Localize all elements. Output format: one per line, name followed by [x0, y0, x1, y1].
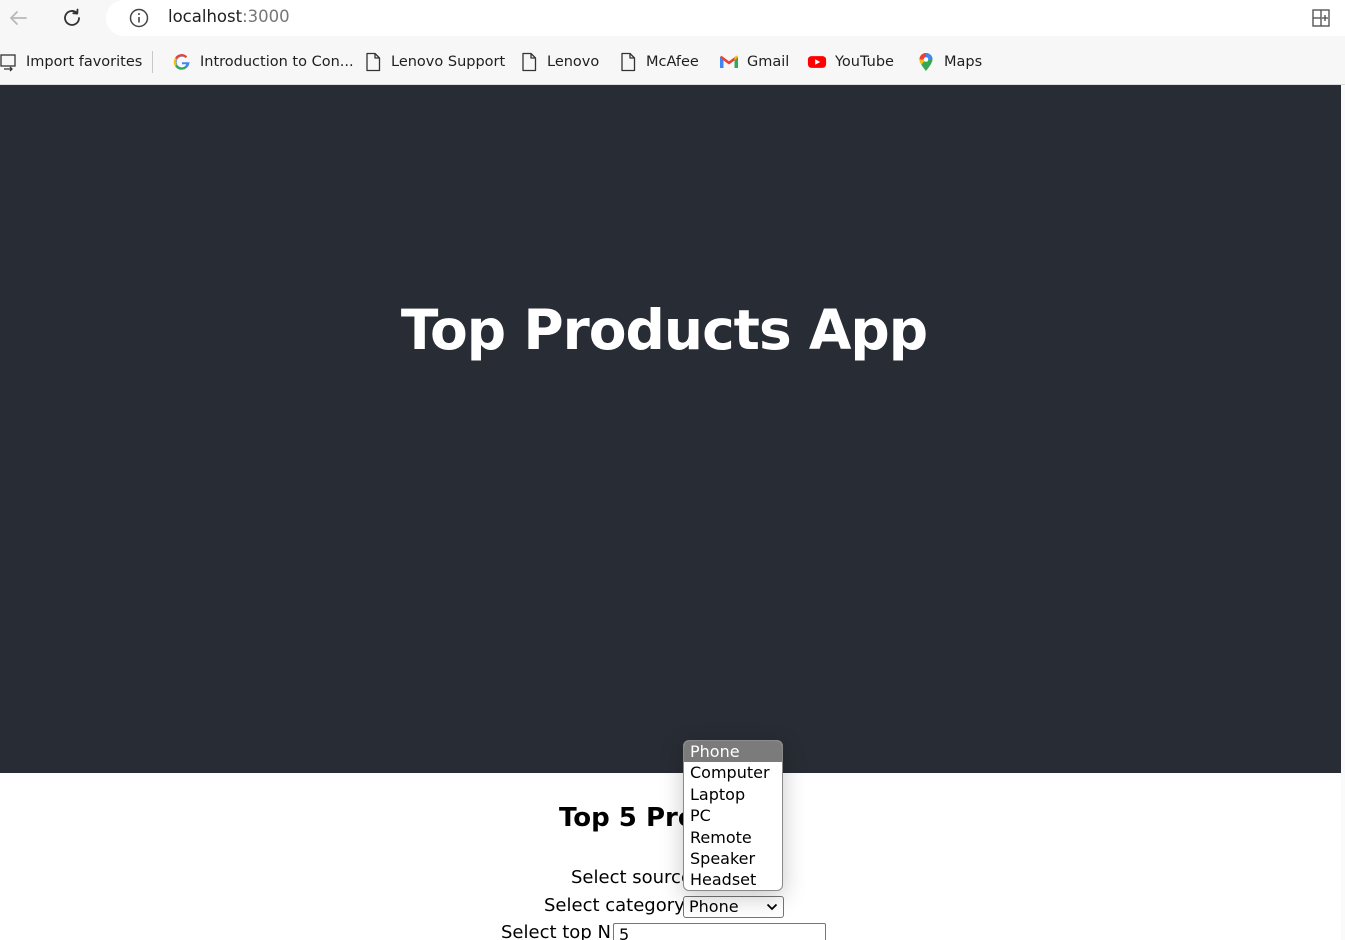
favorite-label: Introduction to Con... [200, 54, 354, 70]
select-category-label: Select category: [544, 895, 690, 916]
dropdown-option-speaker[interactable]: Speaker [684, 848, 782, 869]
dropdown-option-laptop[interactable]: Laptop [684, 784, 782, 805]
split-screen-icon[interactable] [1311, 8, 1331, 28]
favorite-youtube[interactable]: YouTube [807, 50, 894, 74]
favorites-bar: Import favorites Introduction to Con... … [0, 38, 1345, 85]
favorite-label: McAfee [646, 54, 699, 70]
app-header: Top Products App [0, 85, 1341, 773]
url-text[interactable]: localhost:3000 [168, 7, 290, 26]
reload-icon [64, 8, 80, 26]
address-bar[interactable]: localhost:3000 [106, 0, 1345, 36]
back-button[interactable] [3, 4, 33, 32]
category-select[interactable]: Phone [683, 896, 784, 918]
favorite-label: YouTube [835, 54, 894, 70]
youtube-icon [807, 52, 827, 72]
page-icon [519, 52, 539, 72]
favorite-lenovo[interactable]: Lenovo [519, 50, 599, 74]
back-arrow-icon [10, 11, 27, 25]
url-port: :3000 [242, 7, 290, 26]
category-select-value: Phone [689, 897, 739, 916]
favorite-label: Maps [944, 54, 983, 70]
favorite-import-favorites[interactable]: Import favorites [0, 50, 142, 74]
favorite-label: Lenovo [547, 54, 600, 70]
google-icon [172, 52, 192, 72]
topn-input-value: 5 [619, 925, 630, 940]
favorite-label: Gmail [747, 54, 790, 70]
info-icon[interactable] [128, 7, 150, 29]
page-icon [363, 52, 383, 72]
reload-button[interactable] [57, 4, 87, 32]
dropdown-option-remote[interactable]: Remote [684, 827, 782, 848]
browser-toolbar: localhost:3000 [0, 0, 1345, 38]
favorite-label: Import favorites [26, 54, 143, 70]
page-icon [618, 52, 638, 72]
favorite-introduction[interactable]: Introduction to Con... [172, 50, 354, 74]
import-favorites-icon [0, 52, 18, 72]
favorite-label: Lenovo Support [391, 54, 506, 70]
gmail-icon [719, 52, 739, 72]
dropdown-option-pc[interactable]: PC [684, 805, 782, 826]
dropdown-option-computer[interactable]: Computer [684, 762, 782, 783]
favorite-gmail[interactable]: Gmail [719, 50, 789, 74]
select-source-label: Select source [571, 867, 693, 888]
favorite-mcafee[interactable]: McAfee [618, 50, 699, 74]
category-dropdown-list[interactable]: Phone Computer Laptop PC Remote Speaker … [683, 740, 783, 891]
top-products-heading: Top 5 Pro [559, 803, 696, 833]
dropdown-option-phone[interactable]: Phone [684, 741, 782, 763]
maps-icon [916, 52, 936, 72]
favorite-maps[interactable]: Maps [916, 50, 982, 74]
url-host: localhost [168, 7, 243, 26]
app-title: Top Products App [400, 298, 928, 362]
chevron-down-icon [766, 903, 778, 911]
dropdown-option-headset[interactable]: Headset [684, 869, 782, 890]
select-topn-label: Select top N: [501, 922, 617, 940]
favorite-lenovo-support[interactable]: Lenovo Support [363, 50, 505, 74]
favorites-separator [152, 51, 153, 73]
topn-input[interactable]: 5 [613, 923, 826, 940]
scrollbar-gutter[interactable] [1341, 85, 1345, 940]
